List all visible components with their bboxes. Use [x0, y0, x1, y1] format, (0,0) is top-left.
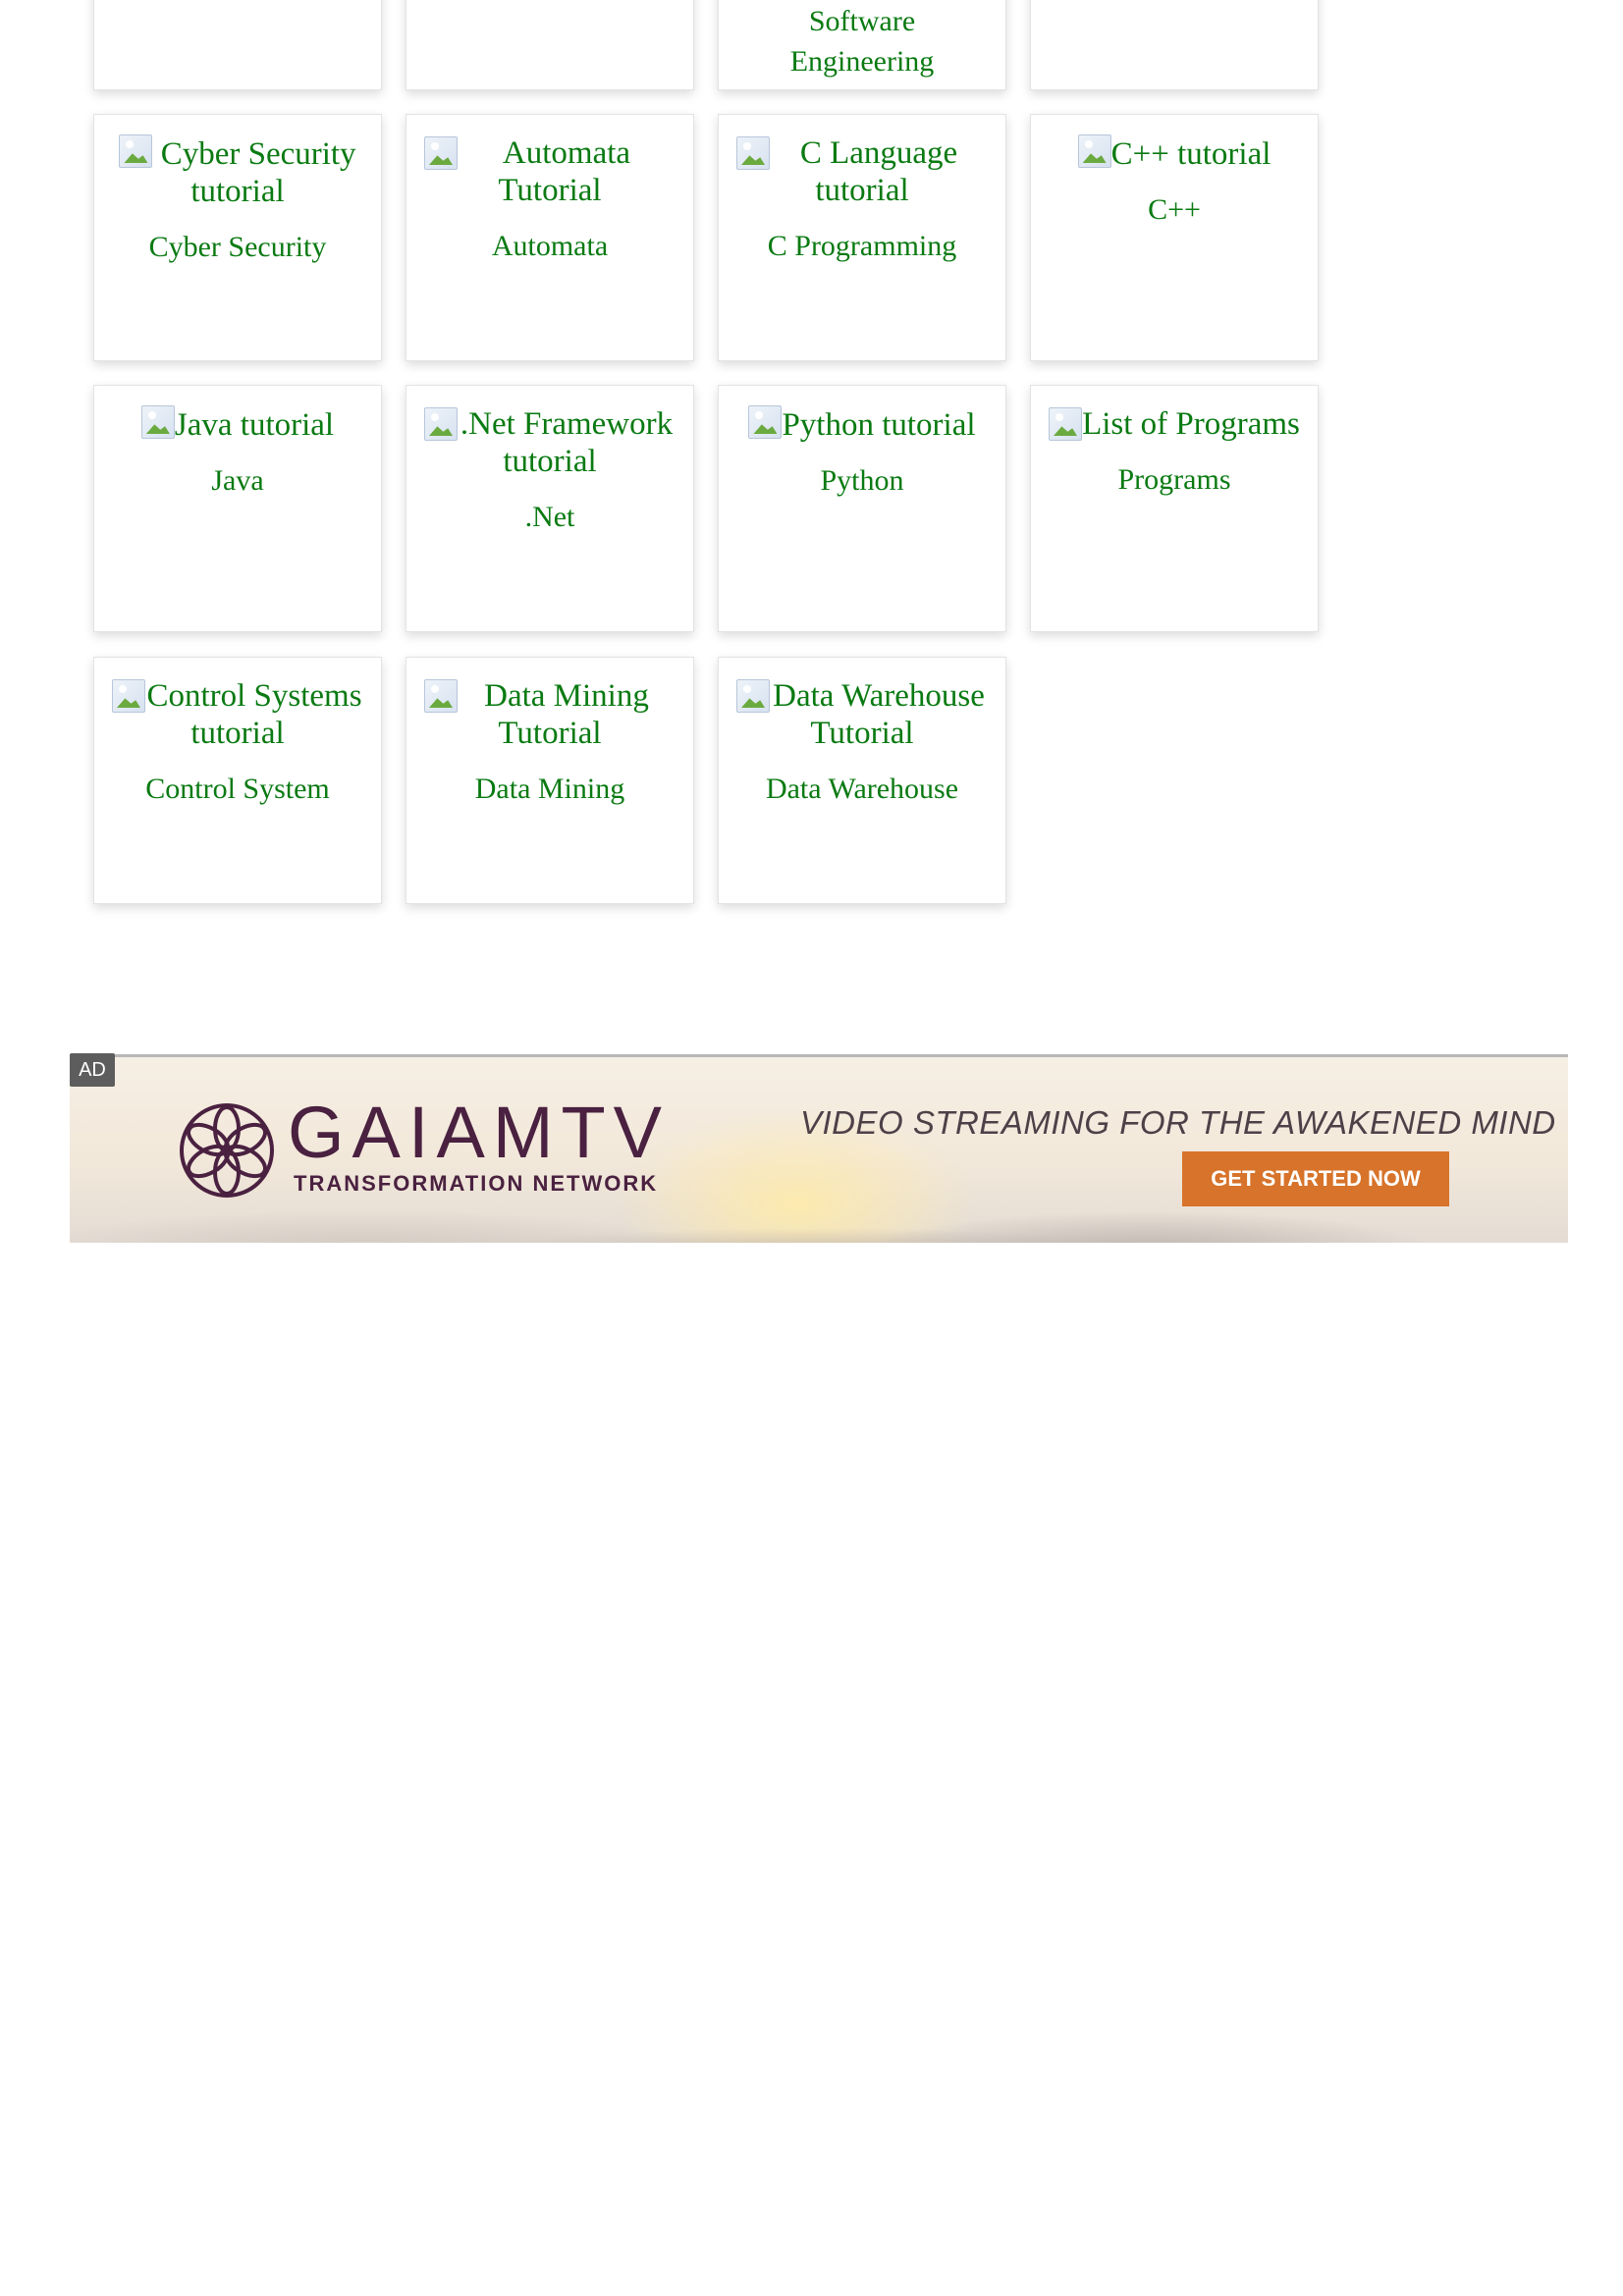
tutorial-card-java[interactable]: Java tutorial Java — [93, 385, 382, 632]
broken-image-icon — [140, 405, 175, 439]
card-caption[interactable]: Control System — [94, 772, 381, 807]
broken-image-icon — [1049, 407, 1082, 441]
tutorial-card-cyber-security[interactable]: Cyber Security tutorial Cyber Security — [93, 114, 382, 361]
card-caption[interactable]: Automata — [406, 229, 693, 264]
ad-brand-subtitle: TRANSFORMATION NETWORK — [294, 1171, 659, 1196]
card-image[interactable]: List of Programs — [1031, 386, 1318, 443]
tutorial-card-data-warehouse[interactable]: Data Warehouse Tutorial Data Warehouse — [718, 657, 1006, 904]
broken-image-icon — [112, 679, 145, 713]
card-caption[interactable]: Java — [94, 463, 381, 499]
card-image[interactable]: Java tutorial — [94, 386, 381, 444]
card-image[interactable]: Data Warehouse Tutorial — [719, 658, 1005, 752]
flower-of-life-logo-icon — [180, 1103, 274, 1198]
get-started-button[interactable]: GET STARTED NOW — [1182, 1151, 1449, 1206]
card-caption[interactable]: .Net — [406, 500, 693, 535]
broken-image-icon — [736, 679, 770, 713]
card-image[interactable]: C++ tutorial — [1031, 115, 1318, 173]
card-image[interactable]: C Language tutorial — [719, 115, 1005, 209]
tutorial-card[interactable] — [93, 0, 382, 90]
tutorial-card-dotnet[interactable]: .Net Framework tutorial .Net — [406, 385, 694, 632]
broken-image-icon — [1077, 134, 1111, 168]
card-caption[interactable]: Data Warehouse — [719, 772, 1005, 807]
ad-brand-name: GAIAMTV — [288, 1092, 671, 1173]
card-caption[interactable]: Python — [719, 463, 1005, 499]
card-image[interactable]: Cyber Security tutorial — [94, 115, 381, 210]
card-image[interactable]: .Net Framework tutorial — [406, 386, 693, 480]
tutorial-card-automata[interactable]: Automata Tutorial Automata — [406, 114, 694, 361]
broken-image-icon — [424, 407, 458, 441]
broken-image-icon — [424, 136, 458, 170]
broken-image-icon — [748, 405, 783, 439]
card-caption[interactable]: C Programming — [719, 229, 1005, 264]
card-image[interactable]: Automata Tutorial — [406, 115, 693, 209]
ad-banner[interactable]: GAIAMTV TRANSFORMATION NETWORK VIDEO STR… — [70, 1054, 1568, 1243]
card-image[interactable]: Python tutorial — [719, 386, 1005, 444]
tutorial-card-c-programming[interactable]: C Language tutorial C Programming — [718, 114, 1006, 361]
card-caption[interactable]: Data Mining — [406, 772, 693, 807]
card-image[interactable]: Control Systems tutorial — [94, 658, 381, 752]
tutorial-card-python[interactable]: Python tutorial Python — [718, 385, 1006, 632]
tutorial-card-control-system[interactable]: Control Systems tutorial Control System — [93, 657, 382, 904]
card-caption[interactable]: Software Engineering — [719, 1, 1005, 81]
tutorial-card[interactable] — [1030, 0, 1319, 90]
card-caption[interactable]: Programs — [1031, 462, 1318, 498]
tutorial-card-programs[interactable]: List of Programs Programs — [1030, 385, 1319, 632]
card-caption[interactable]: C++ — [1031, 192, 1318, 228]
broken-image-icon — [424, 679, 458, 713]
card-image[interactable]: Data Mining Tutorial — [406, 658, 693, 752]
card-caption[interactable]: Cyber Security — [94, 230, 381, 265]
broken-image-icon — [119, 134, 153, 168]
tutorial-card[interactable] — [406, 0, 694, 90]
tutorial-card-software-engineering[interactable]: Software Engineering — [718, 0, 1006, 90]
broken-image-icon — [736, 136, 770, 170]
ad-tagline: VIDEO STREAMING FOR THE AWAKENED MIND — [800, 1104, 1556, 1141]
tutorial-card-cpp[interactable]: C++ tutorial C++ — [1030, 114, 1319, 361]
ad-badge: AD — [70, 1053, 115, 1087]
tutorial-card-data-mining[interactable]: Data Mining Tutorial Data Mining — [406, 657, 694, 904]
